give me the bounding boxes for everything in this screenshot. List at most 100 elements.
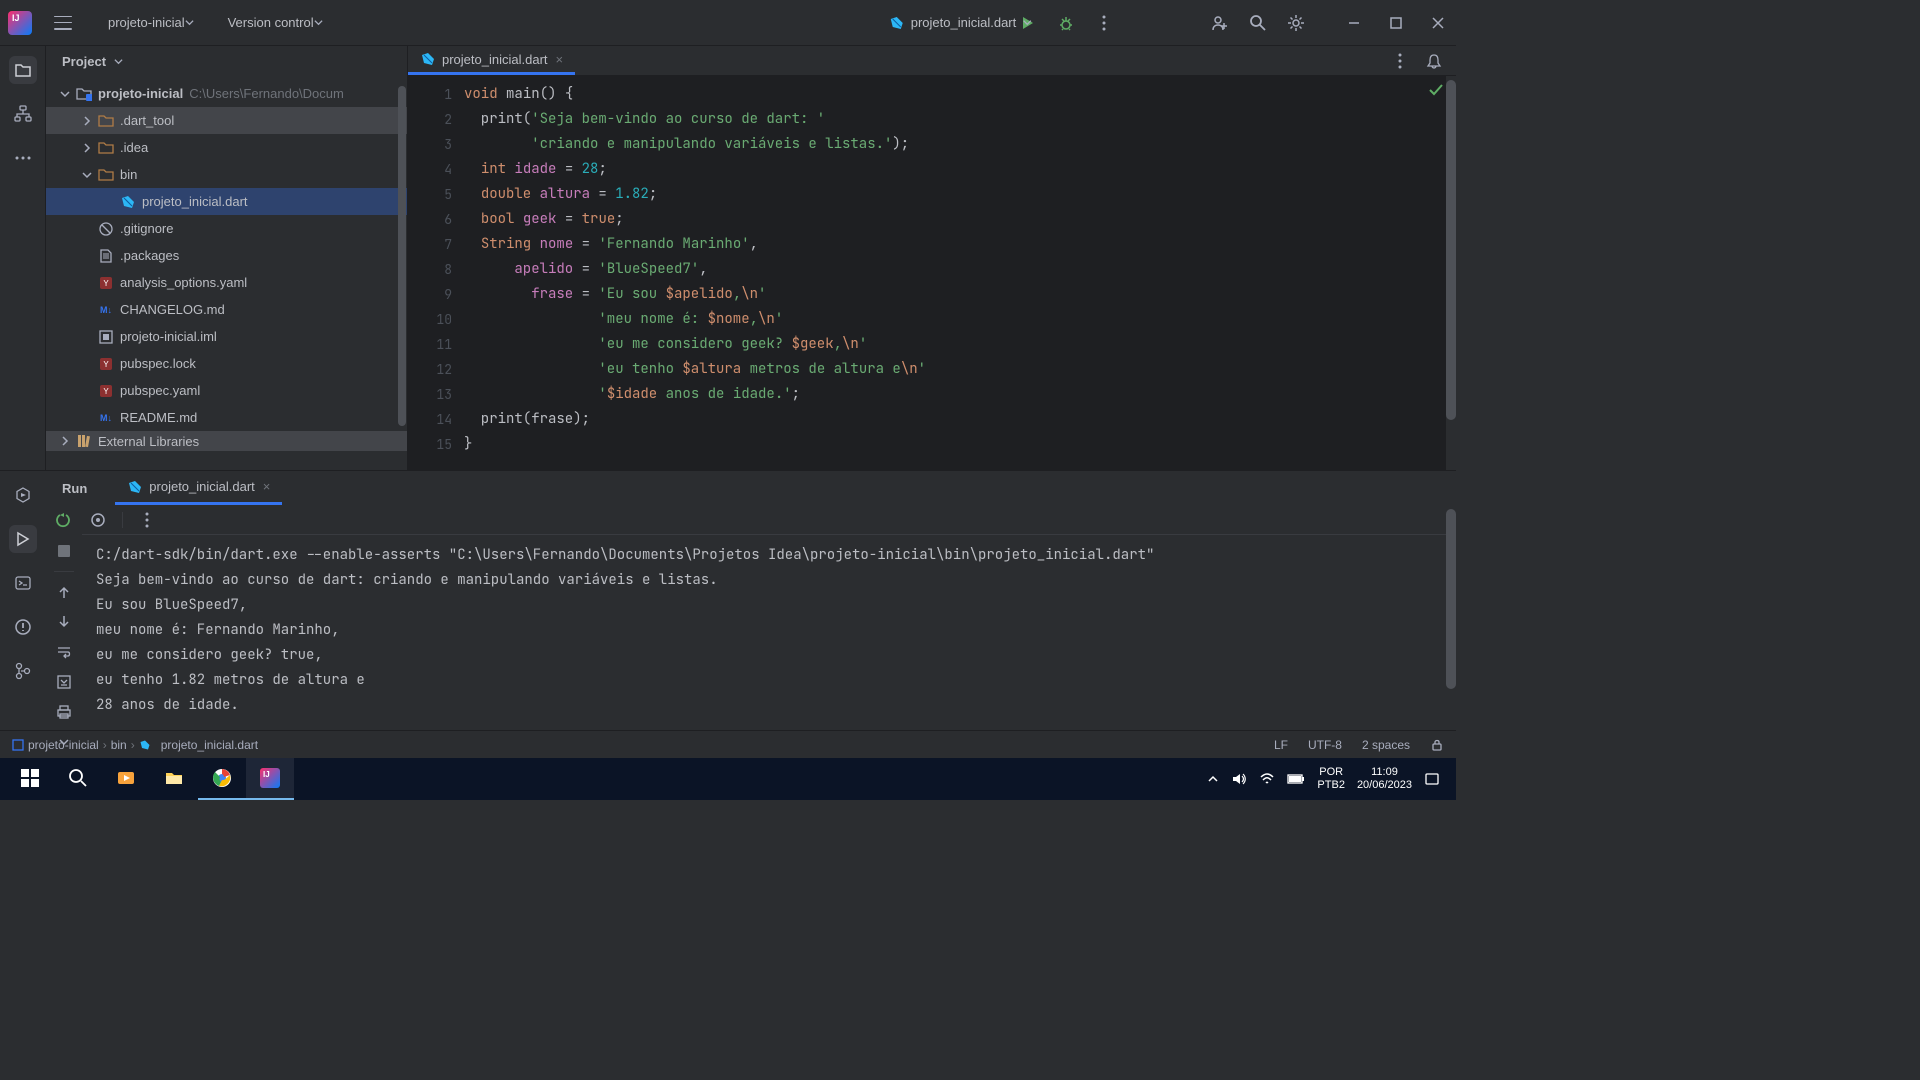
tree-row[interactable]: bin xyxy=(46,161,407,188)
project-tool-button[interactable] xyxy=(9,56,37,84)
crumb[interactable]: projeto-inicial xyxy=(28,738,99,752)
run-toolbar-more[interactable] xyxy=(137,510,157,530)
console-output[interactable]: C:/dart-sdk/bin/dart.exe --enable-assert… xyxy=(82,535,1446,752)
battery-icon[interactable] xyxy=(1287,773,1305,785)
print-button[interactable] xyxy=(54,702,74,722)
tree-row[interactable]: .dart_tool xyxy=(46,107,407,134)
module-icon xyxy=(12,739,24,751)
readonly-icon[interactable] xyxy=(1430,738,1444,752)
editor-scrollbar[interactable] xyxy=(1446,76,1456,470)
chevron-down-icon xyxy=(114,57,123,66)
problems-tool-button[interactable] xyxy=(9,613,37,641)
crumb[interactable]: projeto_inicial.dart xyxy=(161,738,258,752)
tree-row[interactable]: Ypubspec.lock xyxy=(46,350,407,377)
svg-text:Y: Y xyxy=(103,279,109,288)
line-separator[interactable]: LF xyxy=(1274,738,1288,752)
folder-icon xyxy=(76,86,92,102)
tray-chevron-icon[interactable] xyxy=(1207,773,1219,785)
editor-area: projeto_inicial.dart × 12345678910111213… xyxy=(408,46,1456,470)
project-tree[interactable]: projeto-inicial C:\Users\Fernando\Docum … xyxy=(46,76,407,470)
close-run-tab-button[interactable]: × xyxy=(263,479,271,494)
editor-tab[interactable]: projeto_inicial.dart × xyxy=(408,46,575,75)
more-actions-button[interactable] xyxy=(1094,13,1114,33)
step-down-button[interactable] xyxy=(54,612,74,632)
project-name: projeto-inicial xyxy=(108,15,185,30)
ide-logo-icon xyxy=(8,11,32,35)
tree-scrollbar[interactable] xyxy=(398,86,406,446)
project-dropdown[interactable]: projeto-inicial xyxy=(96,11,202,34)
soft-wrap-button[interactable] xyxy=(54,642,74,662)
search-button[interactable] xyxy=(1248,13,1268,33)
step-up-button[interactable] xyxy=(54,582,74,602)
close-tab-button[interactable]: × xyxy=(556,52,564,67)
line-gutter: 123456789101112131415 xyxy=(408,76,464,470)
svg-text:Y: Y xyxy=(103,387,109,396)
settings-button[interactable] xyxy=(1286,13,1306,33)
indent[interactable]: 2 spaces xyxy=(1362,738,1410,752)
breadcrumb[interactable]: projeto-inicial › bin › projeto_inicial.… xyxy=(12,738,258,752)
tab-options-button[interactable] xyxy=(1390,51,1410,71)
encoding[interactable]: UTF-8 xyxy=(1308,738,1342,752)
crumb[interactable]: bin xyxy=(111,738,127,752)
run-tool-button[interactable] xyxy=(9,525,37,553)
debug-button[interactable] xyxy=(1056,13,1076,33)
start-button[interactable] xyxy=(6,758,54,800)
close-window-button[interactable] xyxy=(1428,13,1448,33)
wifi-icon[interactable] xyxy=(1259,771,1275,787)
run-config-selector[interactable]: projeto_inicial.dart xyxy=(889,15,1032,31)
stop-button[interactable] xyxy=(54,541,74,561)
tree-row[interactable]: .gitignore xyxy=(46,215,407,242)
notifications-tray-icon[interactable] xyxy=(1424,771,1440,787)
intellij-app[interactable]: IJ xyxy=(246,758,294,800)
search-taskbar[interactable] xyxy=(54,758,102,800)
services-tool-button[interactable] xyxy=(9,481,37,509)
code-editor[interactable]: 123456789101112131415 void main() { prin… xyxy=(408,76,1456,470)
maximize-button[interactable] xyxy=(1386,13,1406,33)
code-with-me-button[interactable] xyxy=(1210,13,1230,33)
run-config-name: projeto_inicial.dart xyxy=(911,15,1017,30)
tree-root[interactable]: projeto-inicial C:\Users\Fernando\Docum xyxy=(46,80,407,107)
structure-tool-button[interactable] xyxy=(9,100,37,128)
project-panel-header[interactable]: Project xyxy=(46,46,407,76)
tree-row[interactable]: projeto-inicial.iml xyxy=(46,323,407,350)
tree-row[interactable]: Ypubspec.yaml xyxy=(46,377,407,404)
root-path: C:\Users\Fernando\Docum xyxy=(189,86,344,101)
dart-icon xyxy=(139,739,151,751)
tree-row[interactable]: M↓CHANGELOG.md xyxy=(46,296,407,323)
scroll-to-end-button[interactable] xyxy=(54,672,74,692)
tree-row[interactable]: Yanalysis_options.yaml xyxy=(46,269,407,296)
clock[interactable]: 11:0920/06/2023 xyxy=(1357,766,1412,792)
tree-row[interactable]: projeto_inicial.dart xyxy=(46,188,407,215)
chrome-app[interactable] xyxy=(198,758,246,800)
movies-app[interactable] xyxy=(102,758,150,800)
vcs-tool-button[interactable] xyxy=(9,657,37,685)
run-tab-label: projeto_inicial.dart xyxy=(149,479,255,494)
vcs-label: Version control xyxy=(228,15,314,30)
code-content[interactable]: void main() { print('Seja bem-vindo ao c… xyxy=(464,76,1446,470)
volume-icon[interactable] xyxy=(1231,771,1247,787)
tree-row[interactable]: .packages xyxy=(46,242,407,269)
left-bottom-rail xyxy=(0,471,46,752)
root-name: projeto-inicial xyxy=(98,86,183,101)
run-tab[interactable]: projeto_inicial.dart × xyxy=(115,471,282,505)
input-language[interactable]: PORPTB2 xyxy=(1317,766,1345,792)
file-explorer[interactable] xyxy=(150,758,198,800)
tree-row[interactable]: M↓README.md xyxy=(46,404,407,431)
run-toolbar-restart[interactable] xyxy=(88,510,108,530)
more-tools-button[interactable] xyxy=(9,144,37,172)
external-libs-label: External Libraries xyxy=(98,434,199,449)
chevron-down-icon xyxy=(1022,18,1031,27)
minimize-button[interactable] xyxy=(1344,13,1364,33)
inspection-ok-icon[interactable] xyxy=(1428,82,1444,101)
title-bar: projeto-inicial Version control projeto_… xyxy=(0,0,1456,46)
tree-row[interactable]: .idea xyxy=(46,134,407,161)
rerun-button[interactable] xyxy=(54,511,74,531)
main-menu-button[interactable] xyxy=(54,16,72,30)
version-control-dropdown[interactable]: Version control xyxy=(216,11,331,34)
notifications-button[interactable] xyxy=(1424,51,1444,71)
library-icon xyxy=(76,433,92,449)
console-scrollbar[interactable] xyxy=(1446,505,1456,752)
terminal-tool-button[interactable] xyxy=(9,569,37,597)
tree-external-libraries[interactable]: External Libraries xyxy=(46,431,407,451)
chevron-down-icon xyxy=(185,18,194,27)
